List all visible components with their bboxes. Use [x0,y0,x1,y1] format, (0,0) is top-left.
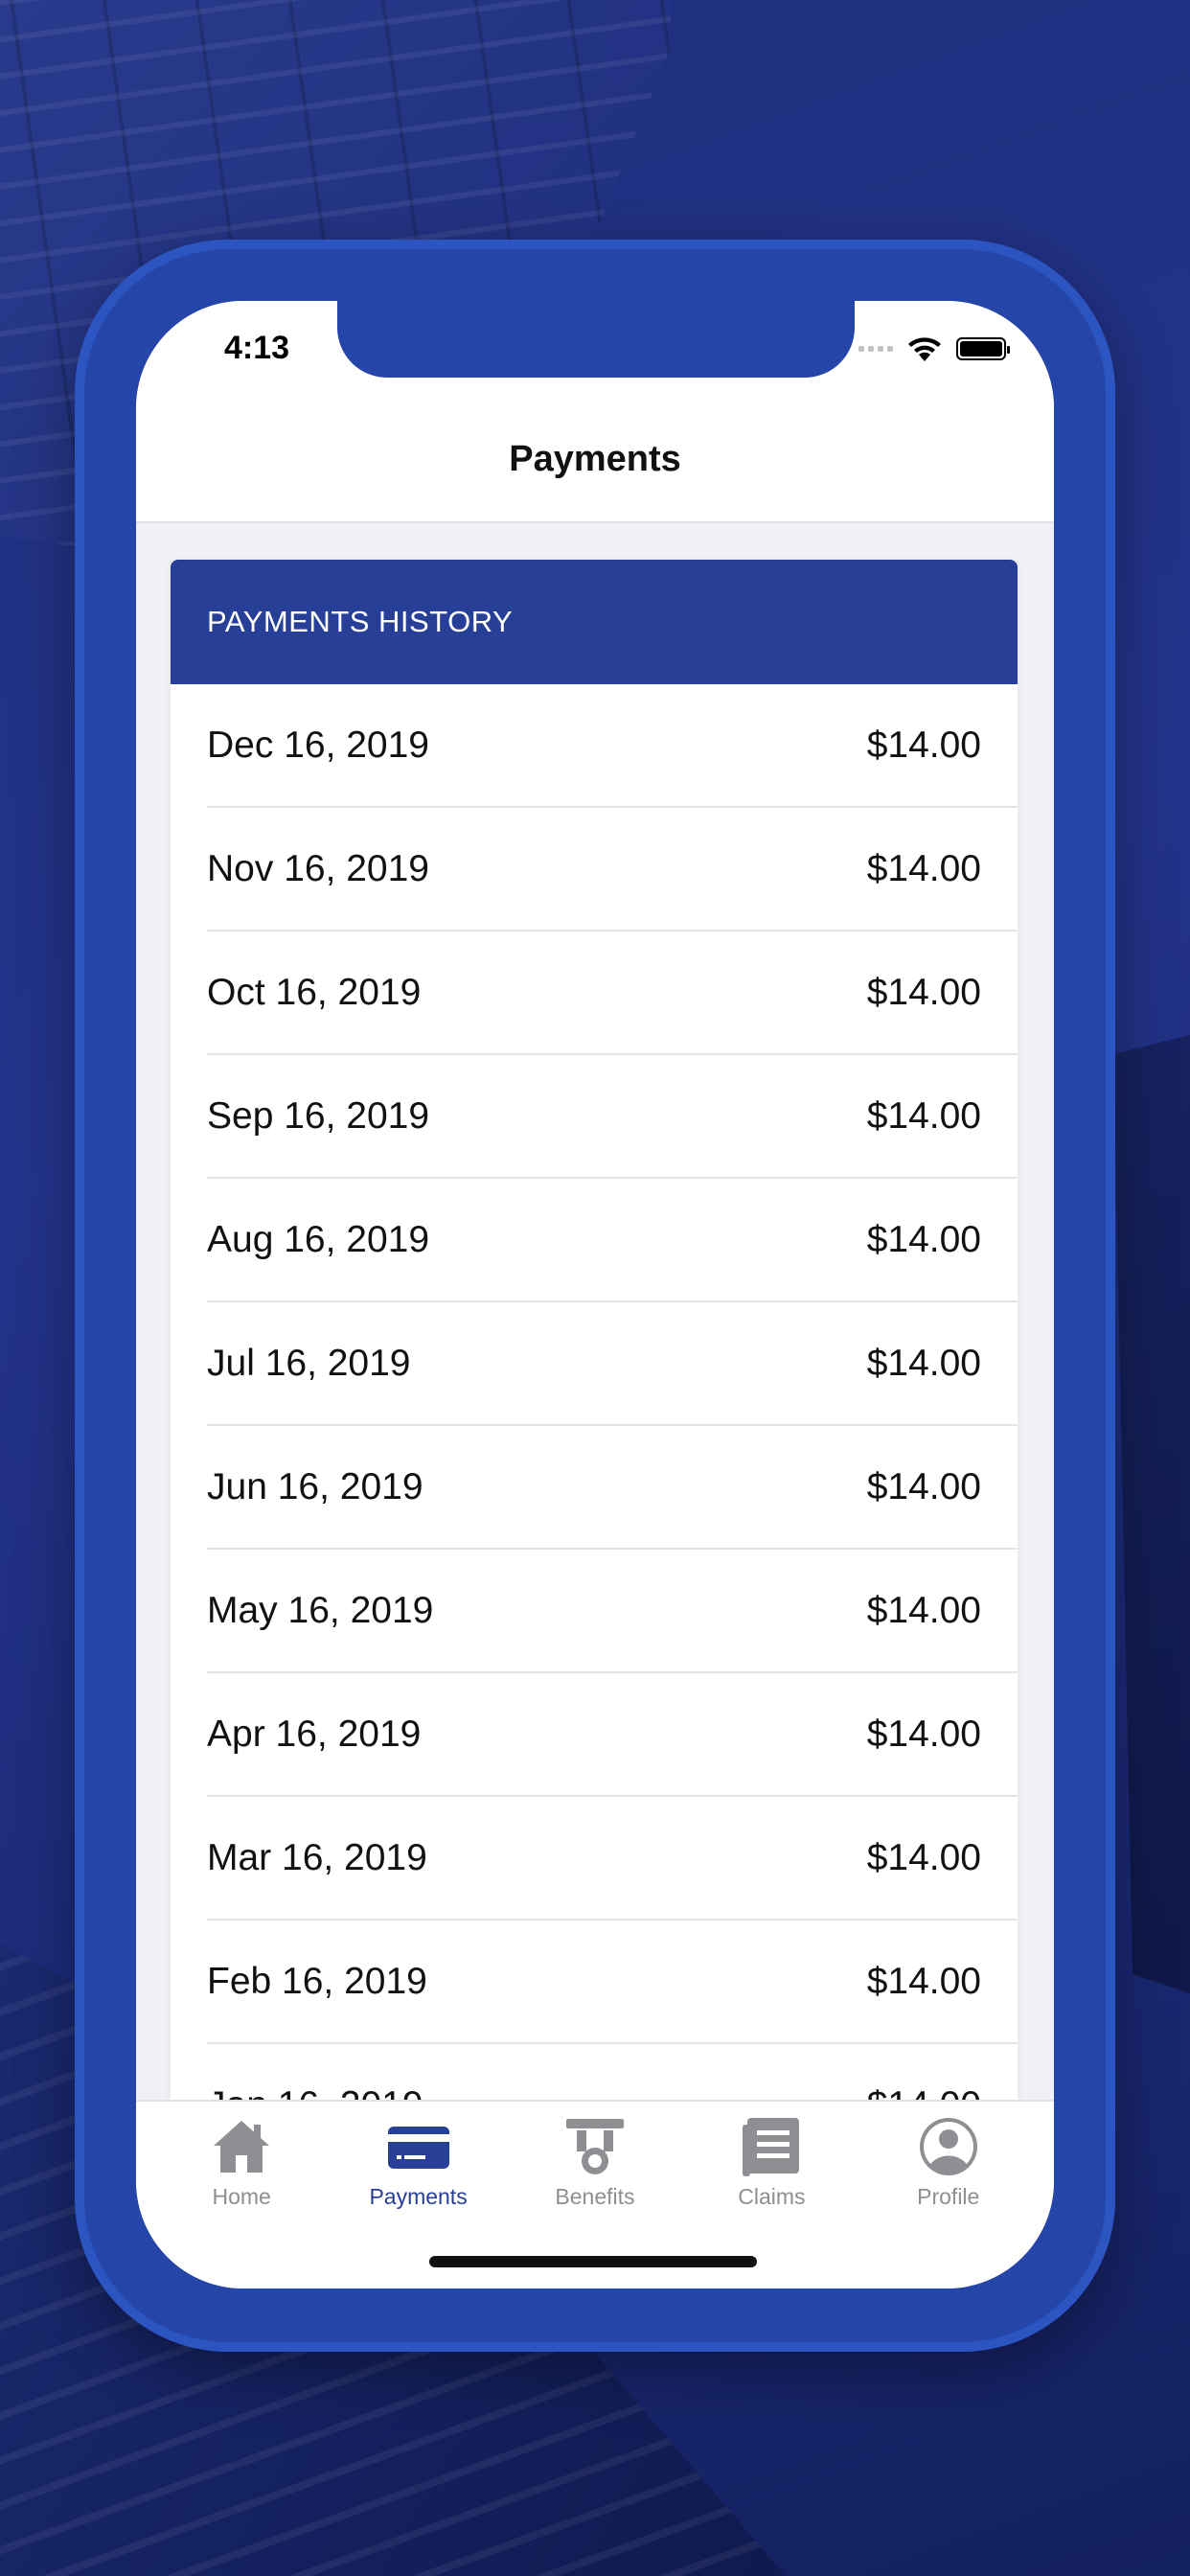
payments-list: Dec 16, 2019 $14.00 Nov 16, 2019 $14.00 Oct … [171,684,1018,2168]
payment-date: Feb 16, 2019 [207,1960,427,2002]
payment-amount: $14.00 [866,1218,981,1260]
status-icons [858,335,1010,362]
payment-date: Dec 16, 2019 [207,724,430,766]
payment-date: Nov 16, 2019 [207,847,430,889]
payment-row[interactable]: Dec 16, 2019 $14.00 [207,684,1018,808]
payment-amount: $14.00 [866,1713,981,1755]
credit-card-icon [387,2127,449,2169]
payment-date: Jun 16, 2019 [207,1465,423,1507]
user-icon [919,2118,977,2175]
payments-history-card: PAYMENTS HISTORY Dec 16, 2019 $14.00 Nov 1… [171,560,1018,2285]
tab-claims-label: Claims [738,2184,806,2209]
payment-amount: $14.00 [866,1465,981,1507]
page-title: Payments [509,438,681,479]
payment-date: Aug 16, 2019 [207,1218,430,1260]
payments-history-header: PAYMENTS HISTORY [171,560,1018,684]
payment-row[interactable]: Apr 16, 2019 $14.00 [207,1673,1018,1797]
payment-amount: $14.00 [866,847,981,889]
document-icon [743,2118,800,2176]
phone-screen: 4:13 Payments PAYMENTS HISTORY Dec 16, 2… [136,301,1054,2288]
payment-row[interactable]: Oct 16, 2019 $14.00 [207,932,1018,1055]
payment-row[interactable]: May 16, 2019 $14.00 [207,1550,1018,1673]
payment-amount: $14.00 [866,1836,981,1878]
notch [337,301,855,378]
wifi-icon [908,337,941,361]
background-building-right [1113,1035,1190,1993]
payment-date: Jul 16, 2019 [207,1342,411,1384]
payment-amount: $14.00 [866,1589,981,1631]
medal-icon [565,2119,624,2174]
payment-row[interactable]: Aug 16, 2019 $14.00 [207,1179,1018,1302]
payment-date: Apr 16, 2019 [207,1713,422,1755]
payment-row[interactable]: Mar 16, 2019 $14.00 [207,1797,1018,1920]
payment-amount: $14.00 [866,1342,981,1384]
payment-row[interactable]: Sep 16, 2019 $14.00 [207,1055,1018,1179]
tab-benefits-label: Benefits [555,2184,635,2209]
tab-profile[interactable]: Profile [862,2113,1035,2288]
battery-icon [956,337,1010,360]
home-indicator[interactable] [429,2256,757,2267]
payment-amount: $14.00 [866,1094,981,1137]
payment-row[interactable]: Feb 16, 2019 $14.00 [207,1920,1018,2044]
payment-date: May 16, 2019 [207,1589,434,1631]
payment-row[interactable]: Jun 16, 2019 $14.00 [207,1426,1018,1550]
payment-date: Oct 16, 2019 [207,971,422,1013]
cellular-signal-icon [858,346,893,352]
navigation-bar: Payments [136,397,1054,523]
tab-payments-label: Payments [369,2184,468,2209]
home-icon [214,2121,270,2173]
payment-amount: $14.00 [866,724,981,766]
payment-date: Mar 16, 2019 [207,1836,427,1878]
payment-date: Sep 16, 2019 [207,1094,430,1137]
tab-home[interactable]: Home [155,2113,328,2288]
payment-row[interactable]: Nov 16, 2019 $14.00 [207,808,1018,932]
tab-profile-label: Profile [917,2184,980,2209]
payment-row[interactable]: Jul 16, 2019 $14.00 [207,1302,1018,1426]
payment-amount: $14.00 [866,971,981,1013]
tab-home-label: Home [212,2184,271,2209]
payment-amount: $14.00 [866,1960,981,2002]
status-time: 4:13 [224,330,290,366]
